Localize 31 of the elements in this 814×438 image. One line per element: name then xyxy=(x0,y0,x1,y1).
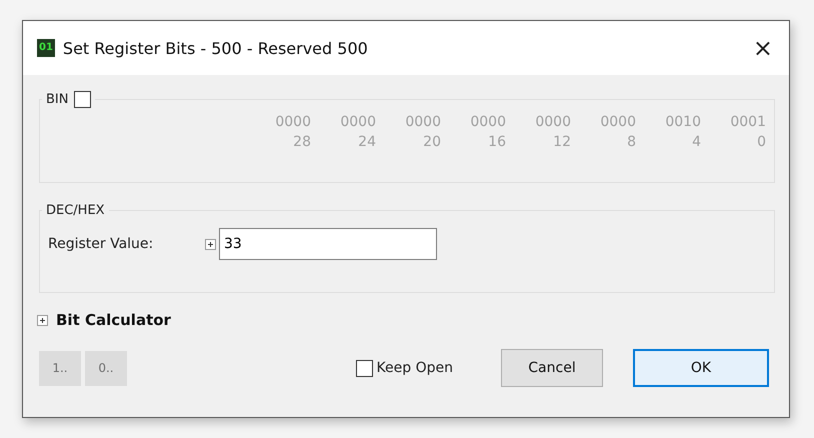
bit-index: 12 xyxy=(553,133,571,152)
window-title: Set Register Bits - 500 - Reserved 500 xyxy=(62,38,369,58)
bit-group: 0000 xyxy=(470,112,506,132)
ok-button[interactable]: OK xyxy=(633,349,769,387)
bit-group: 0001 xyxy=(730,112,766,132)
bit-index: 0 xyxy=(757,133,766,152)
bit-group: 0000 xyxy=(535,112,571,132)
close-button[interactable]: × xyxy=(746,34,779,62)
bit-group: 0000 xyxy=(600,112,636,132)
app-icon: 01 xyxy=(37,39,55,57)
cancel-button[interactable]: Cancel xyxy=(501,349,603,387)
register-value-field[interactable]: 33 xyxy=(219,228,437,260)
bit-index: 20 xyxy=(423,133,441,152)
bit-group: 0000 xyxy=(340,112,376,132)
group-label: BIN xyxy=(46,92,68,107)
group-label: DEC/HEX xyxy=(46,203,105,218)
bit-group: 0010 xyxy=(665,112,701,132)
plus-icon[interactable] xyxy=(37,314,48,326)
bit-index: 8 xyxy=(627,133,636,152)
bit-index: 28 xyxy=(293,133,311,152)
checkbox[interactable] xyxy=(356,360,373,376)
checkbox-label: Keep Open xyxy=(376,360,453,376)
plus-icon[interactable] xyxy=(205,238,216,250)
bit-index: 24 xyxy=(358,133,376,152)
checkbox[interactable] xyxy=(74,91,92,108)
bit-index: 4 xyxy=(692,133,701,152)
bit-group: 0000 xyxy=(275,112,311,132)
bit-group: 0000 xyxy=(405,112,441,132)
section-title: Bit Calculator xyxy=(56,311,171,329)
field-label: Register Value: xyxy=(48,236,154,252)
bit-index: 16 xyxy=(488,133,506,152)
